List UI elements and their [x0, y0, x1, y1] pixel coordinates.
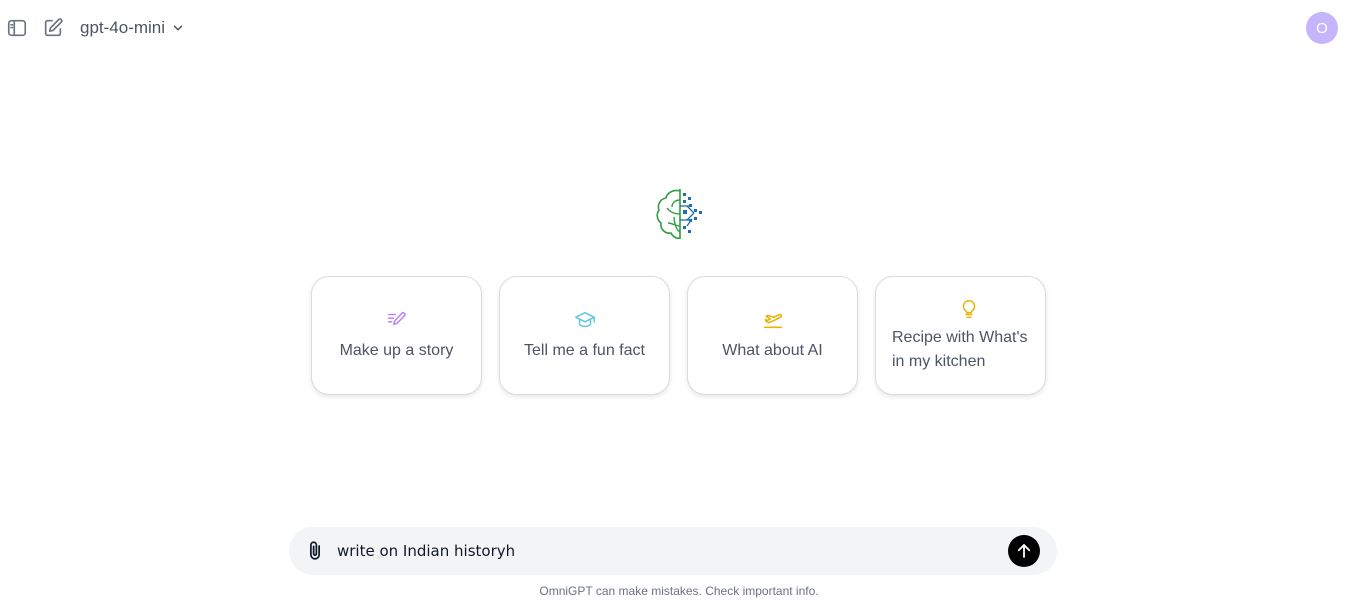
new-chat-icon[interactable] — [41, 16, 65, 40]
suggestion-label: Make up a story — [339, 341, 454, 359]
disclaimer-text: OmniGPT can make mistakes. Check importa… — [539, 584, 819, 598]
suggestion-card-story[interactable]: Make up a story — [311, 276, 482, 395]
paperclip-icon[interactable] — [303, 539, 327, 563]
brain-circuit-logo-icon — [654, 186, 706, 242]
suggestion-cards: Make up a story Tell me a fun fact What … — [311, 276, 1046, 395]
avatar[interactable]: O — [1306, 12, 1338, 44]
send-button[interactable] — [1008, 535, 1040, 567]
pencil-lines-icon — [386, 309, 408, 331]
suggestion-card-recipe[interactable]: Recipe with What's in my kitchen — [875, 276, 1046, 395]
model-name: gpt-4o-mini — [80, 18, 166, 37]
avatar-initial: O — [1316, 19, 1328, 37]
chat-composer — [289, 527, 1057, 575]
message-input[interactable] — [337, 539, 997, 563]
chevron-down-icon — [173, 25, 183, 31]
model-selector[interactable]: gpt-4o-mini — [80, 17, 185, 39]
suggestion-card-ai[interactable]: What about AI — [687, 276, 858, 395]
graduation-cap-icon — [574, 309, 596, 331]
suggestion-label: Recipe with What's in my kitchen — [892, 328, 1028, 370]
suggestion-card-fun-fact[interactable]: Tell me a fun fact — [499, 276, 670, 395]
suggestion-label: Tell me a fun fact — [524, 341, 645, 359]
suggestion-label: What about AI — [722, 341, 823, 359]
airplane-takeoff-icon — [762, 309, 784, 331]
lightbulb-icon — [958, 298, 980, 320]
top-bar: gpt-4o-mini O — [0, 0, 1358, 56]
sidebar-toggle-icon[interactable] — [5, 16, 29, 40]
arrow-up-icon — [1017, 544, 1031, 558]
